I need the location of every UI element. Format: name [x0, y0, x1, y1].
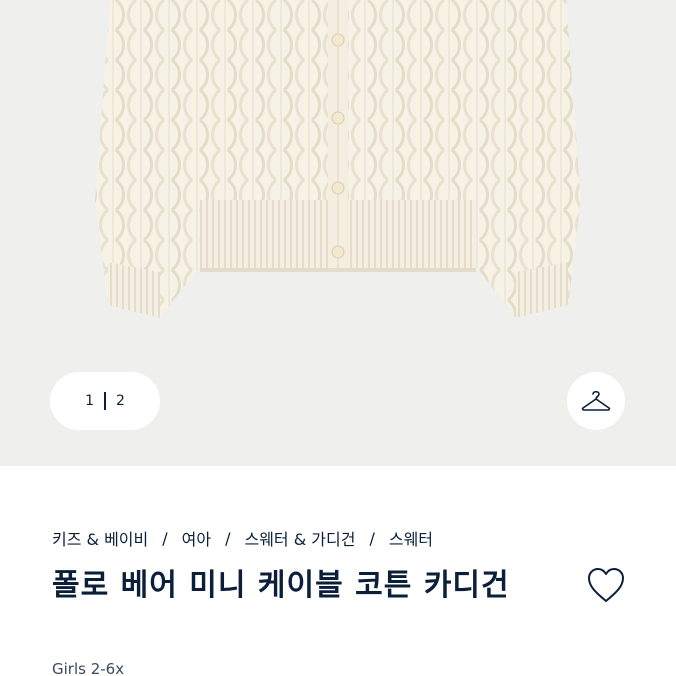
hanger-button[interactable]	[567, 372, 625, 430]
product-title: 폴로 베어 미니 케이블 코튼 카디건	[52, 568, 510, 603]
wishlist-button[interactable]	[585, 566, 627, 606]
pager-total: 2	[116, 393, 125, 409]
product-info: 키즈 & 베이비 / 여아 / 스웨터 & 가디건 / 스웨터 폴로 베어 미니…	[0, 466, 676, 676]
breadcrumb-separator: /	[162, 528, 168, 548]
pager-current: 1	[85, 393, 94, 409]
product-subtitle: Girls 2-6x	[52, 660, 125, 676]
heart-icon	[588, 568, 624, 602]
breadcrumb-separator: /	[369, 528, 375, 548]
product-gallery[interactable]: 1 2	[0, 0, 676, 466]
image-pager[interactable]: 1 2	[50, 372, 160, 430]
breadcrumb: 키즈 & 베이비 / 여아 / 스웨터 & 가디건 / 스웨터	[52, 526, 433, 550]
breadcrumb-kids-baby[interactable]: 키즈 & 베이비	[52, 526, 148, 550]
pager-divider	[104, 392, 106, 410]
breadcrumb-girls[interactable]: 여아	[182, 526, 211, 550]
breadcrumb-sweaters-cardigans[interactable]: 스웨터 & 가디건	[244, 526, 355, 550]
breadcrumb-separator: /	[225, 528, 231, 548]
hanger-icon	[581, 390, 611, 411]
breadcrumb-sweaters[interactable]: 스웨터	[389, 526, 433, 550]
